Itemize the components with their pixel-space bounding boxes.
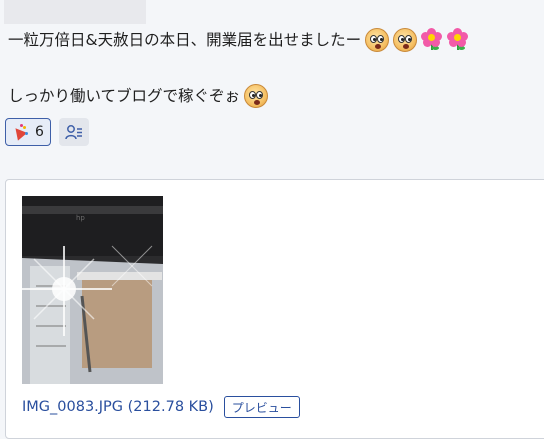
photo-image: hp xyxy=(22,196,163,384)
preview-button[interactable]: プレビュー xyxy=(223,396,300,418)
message-text-1: 一粒万倍日&天赦日の本日、開業届を出せましたー xyxy=(8,31,362,49)
flower-emoji-icon xyxy=(447,28,469,52)
message-line-1: 一粒万倍日&天赦日の本日、開業届を出せましたー xyxy=(8,28,469,52)
reactions-bar: 6 xyxy=(5,118,89,146)
reaction-count: 6 xyxy=(35,124,44,140)
image-thumbnail[interactable]: hp xyxy=(22,196,163,384)
flower-emoji-icon xyxy=(421,28,443,52)
svg-text:hp: hp xyxy=(76,214,85,222)
surprised-face-emoji-icon xyxy=(244,84,269,108)
surprised-face-emoji-icon xyxy=(365,28,390,52)
file-download-link[interactable]: IMG_0083.JPG (212.78 KB) xyxy=(22,399,214,415)
surprised-face-emoji-icon xyxy=(393,28,418,52)
sender-name-redacted xyxy=(4,0,146,24)
who-reacted-button[interactable] xyxy=(58,118,89,146)
message-text-2: しっかり働いてブログで稼ぐぞぉ xyxy=(8,87,241,105)
people-list-icon xyxy=(65,125,82,140)
file-row: IMG_0083.JPG (212.78 KB) プレビュー xyxy=(22,396,300,418)
attachment-card: hp IMG_0083.JPG (212.78 KB) プレビュー xyxy=(5,179,544,439)
party-popper-icon xyxy=(10,124,28,141)
message-line-2: しっかり働いてブログで稼ぐぞぉ xyxy=(8,84,269,108)
party-reaction-button[interactable]: 6 xyxy=(5,118,51,146)
